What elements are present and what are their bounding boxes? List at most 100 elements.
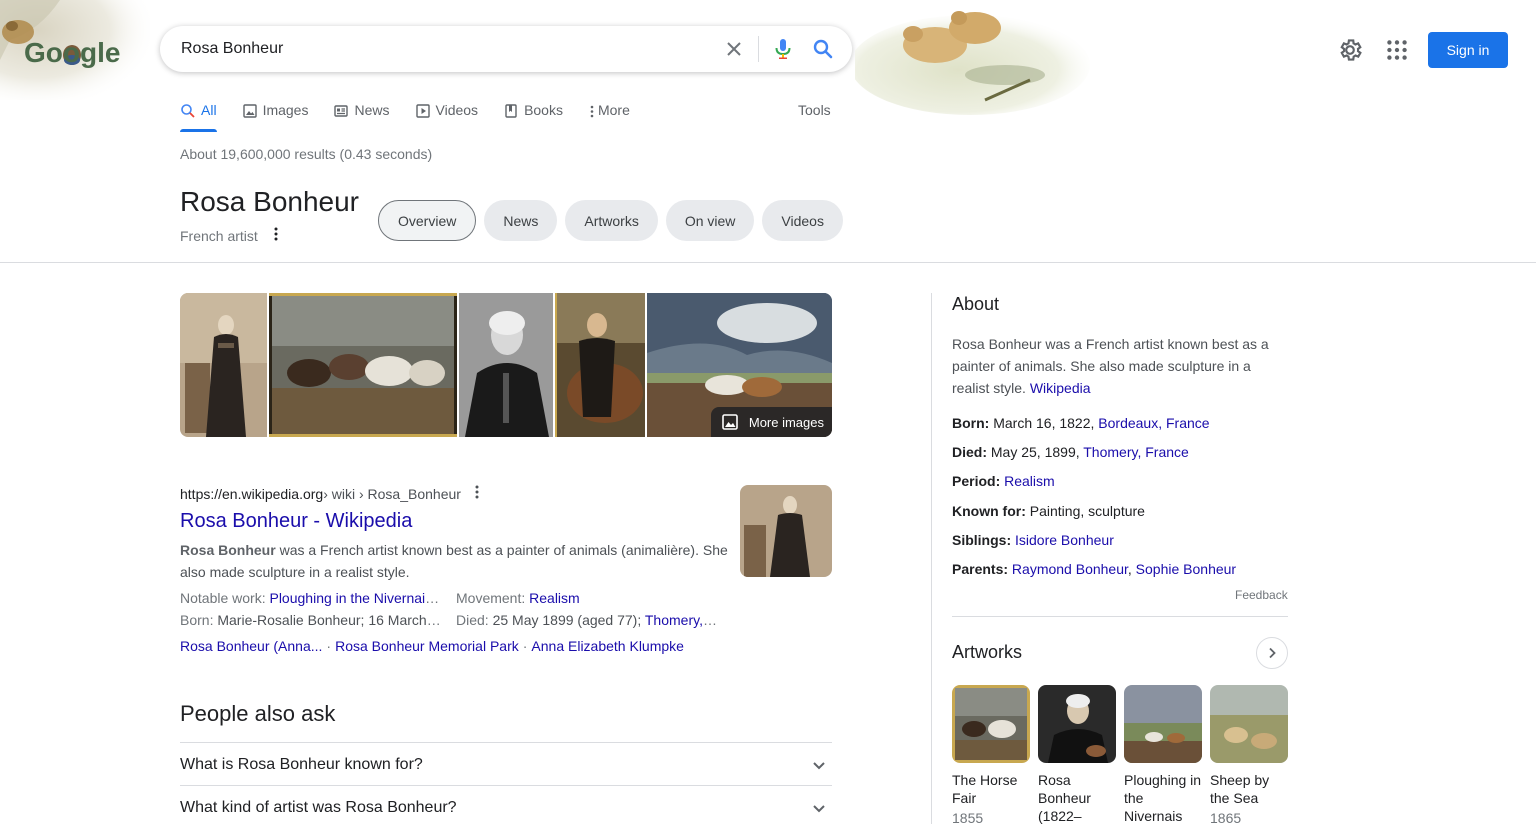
fact-movement: Movement: Realism xyxy=(456,587,732,609)
chip-artworks[interactable]: Artworks xyxy=(565,200,658,241)
chip-videos[interactable]: Videos xyxy=(762,200,843,241)
clear-icon[interactable] xyxy=(722,37,746,61)
logo-text: Google xyxy=(24,37,120,68)
result-domain: https://en.wikipedia.org xyxy=(180,485,324,502)
tab-label: More xyxy=(597,102,630,118)
image-ploughing-painting[interactable]: More images xyxy=(647,293,832,437)
sitelink[interactable]: Rosa Bonheur Memorial Park xyxy=(335,638,519,654)
kp-fact-label: Died: xyxy=(952,444,987,461)
microphone-icon[interactable] xyxy=(771,37,795,61)
fact-label: Died: xyxy=(456,612,493,628)
fact-label: Movement: xyxy=(456,590,530,606)
feedback-link[interactable]: Feedback xyxy=(1235,588,1288,602)
search-divider xyxy=(758,36,759,62)
kp-fact-link[interactable]: Raymond Bonheur xyxy=(1012,561,1128,577)
paa-question[interactable]: What kind of artist was Rosa Bonheur? xyxy=(180,785,832,824)
tools-button[interactable]: Tools xyxy=(798,102,831,118)
image-portrait-elderly[interactable] xyxy=(458,293,554,437)
kp-fact-siblings: Siblings: Isidore Bonheur xyxy=(952,529,1292,558)
kp-fact-link[interactable]: Isidore Bonheur xyxy=(1015,532,1114,548)
fact-notable-work: Notable work: Ploughing in the Nivernais… xyxy=(180,587,456,609)
image-portrait-standing[interactable] xyxy=(180,293,267,437)
tab-label: Books xyxy=(524,102,563,118)
artworks-next-button[interactable] xyxy=(1256,637,1288,669)
kp-fact-link[interactable]: Thomery, France xyxy=(1083,444,1189,460)
search-tabs: All Images News Videos Books More xyxy=(180,100,655,132)
kp-description-text: Rosa Bonheur was a French artist known b… xyxy=(952,336,1269,396)
image-portrait-with-bull[interactable] xyxy=(555,293,646,437)
more-options-icon[interactable] xyxy=(274,227,278,244)
entity-subtitle: French artist xyxy=(180,227,258,244)
kp-fact-period: Period: Realism xyxy=(952,470,1292,499)
google-doodle-logo[interactable]: Google xyxy=(0,0,150,100)
artwork-card[interactable]: Sheep by the Sea 1865 xyxy=(1210,685,1288,824)
search-icon[interactable] xyxy=(811,37,835,61)
artwork-card[interactable]: The Horse Fair 1855 xyxy=(952,685,1030,824)
kp-fact-label: Siblings: xyxy=(952,531,1012,548)
sign-in-button[interactable]: Sign in xyxy=(1428,32,1508,68)
tab-more[interactable]: More xyxy=(588,100,630,132)
tab-label: News xyxy=(354,102,390,118)
kp-fact-link[interactable]: Realism xyxy=(1004,473,1055,489)
sitelink[interactable]: Rosa Bonheur (Anna... xyxy=(180,638,322,654)
fact-died: Died: 25 May 1899 (aged 77); Thomery, Fr… xyxy=(456,609,732,631)
tab-books[interactable]: Books xyxy=(503,100,563,132)
kp-fact-label: Born: xyxy=(952,415,990,431)
book-icon xyxy=(505,104,517,118)
fact-label: Notable work: xyxy=(180,590,270,606)
tab-all[interactable]: All xyxy=(180,100,217,132)
more-images-button[interactable]: More images xyxy=(710,407,832,437)
tab-label: Videos xyxy=(435,102,479,118)
search-input[interactable] xyxy=(181,34,701,64)
fact-link[interactable]: Realism xyxy=(529,590,580,606)
artwork-card[interactable]: Ploughing in the Nivernais xyxy=(1124,685,1202,824)
kp-fact-link[interactable]: Sophie Bonheur xyxy=(1136,561,1236,577)
news-icon xyxy=(334,105,349,117)
kp-fact-separator: , xyxy=(1127,560,1136,577)
fact-value: Marie-Rosalie Bonheur; 16 March 1822; Bo… xyxy=(217,612,456,628)
kp-fact-born: Born: March 16, 1822, Bordeaux, France xyxy=(952,412,1292,441)
artwork-image xyxy=(1124,685,1202,763)
kp-fact-label: Parents: xyxy=(952,560,1009,577)
kp-fact-value: Painting, sculpture xyxy=(1025,502,1145,519)
tab-videos[interactable]: Videos xyxy=(415,100,479,132)
sitelink[interactable]: Anna Elizabeth Klumpke xyxy=(531,638,684,654)
fact-link[interactable]: Ploughing in the Nivernais, The Horse Fa… xyxy=(269,590,456,606)
knowledge-panel-divider xyxy=(931,293,932,824)
artwork-image xyxy=(1210,685,1288,763)
result-cite[interactable]: https://en.wikipedia.org › wiki › Rosa_B… xyxy=(180,485,479,502)
tab-images[interactable]: Images xyxy=(242,100,309,132)
kp-source-link[interactable]: Wikipedia xyxy=(1030,380,1091,396)
result-more-options-icon[interactable] xyxy=(475,485,479,502)
tab-news[interactable]: News xyxy=(333,100,390,132)
entity-title: Rosa Bonheur xyxy=(180,186,360,217)
image-horse-fair-painting[interactable] xyxy=(268,293,457,437)
header-divider xyxy=(0,262,1536,263)
image-icon xyxy=(722,414,738,430)
search-box[interactable] xyxy=(160,26,852,72)
kp-about-title: About xyxy=(952,294,1000,314)
tab-label: Images xyxy=(262,102,309,118)
paa-question[interactable]: What is Rosa Bonheur known for? xyxy=(180,742,832,786)
chevron-right-icon xyxy=(1269,647,1276,659)
doodle-sheep-illustration xyxy=(850,0,1095,115)
chevron-down-icon xyxy=(813,761,825,769)
google-apps-grid-icon[interactable] xyxy=(1384,37,1410,63)
chip-news[interactable]: News xyxy=(484,200,558,241)
kp-fact-parents: Parents: Raymond Bonheur, Sophie Bonheur xyxy=(952,558,1292,587)
kp-fact-value: March 16, 1822, xyxy=(989,415,1099,431)
artwork-year: 1855 xyxy=(952,810,984,824)
paa-question-text: What kind of artist was Rosa Bonheur? xyxy=(180,798,457,816)
artwork-name: The Horse Fair xyxy=(952,772,1018,806)
result-thumbnail[interactable] xyxy=(740,485,832,577)
result-title-link[interactable]: Rosa Bonheur - Wikipedia xyxy=(180,510,412,533)
more-images-label: More images xyxy=(748,414,824,430)
snippet-bold: Rosa Bonheur xyxy=(180,542,276,558)
chip-on-view[interactable]: On view xyxy=(665,200,755,241)
fact-link[interactable]: Thomery, France xyxy=(645,612,732,628)
chip-overview[interactable]: Overview xyxy=(378,200,477,241)
kp-fact-known-for: Known for: Painting, sculpture xyxy=(952,500,1292,529)
settings-gear-icon[interactable] xyxy=(1337,37,1363,63)
artwork-card[interactable]: Rosa Bonheur (1822– xyxy=(1038,685,1116,824)
kp-fact-link[interactable]: Bordeaux, France xyxy=(1098,415,1209,431)
